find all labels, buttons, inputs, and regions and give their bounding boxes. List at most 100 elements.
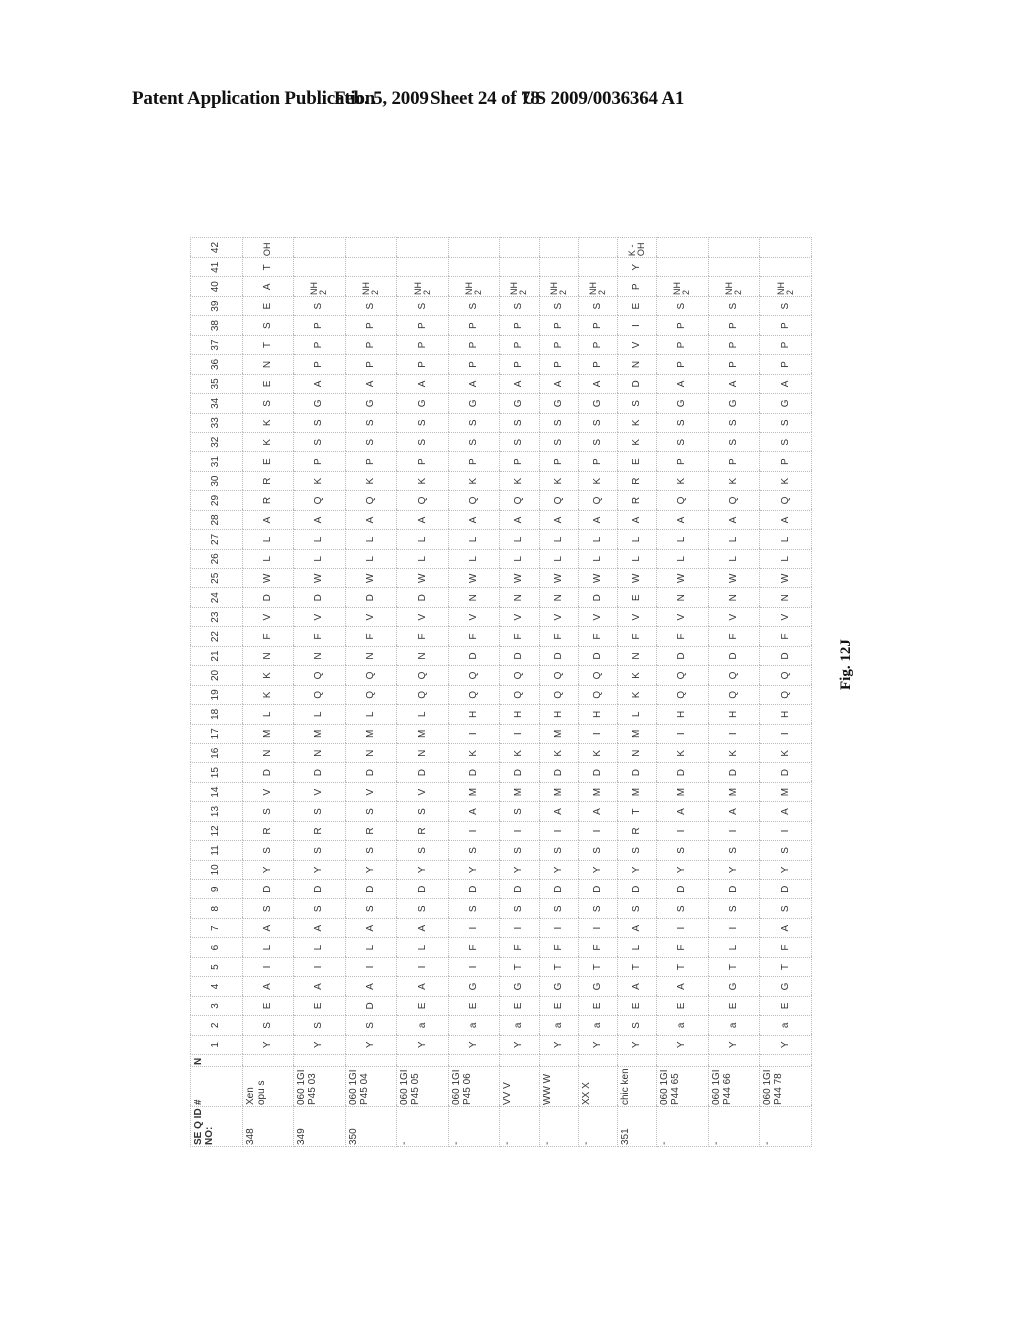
- residue-cell: D: [617, 374, 657, 394]
- sequence-row: - XX XYaEGTFISDYSIAMDKIHQQDFVDWLLAQKPSSGA…: [578, 237, 618, 1147]
- residue-cell: [708, 257, 760, 277]
- residue-cell: L: [396, 529, 449, 550]
- residue-cell: Q: [499, 665, 540, 686]
- residue-cell: D: [539, 879, 579, 899]
- residue-cell: P: [448, 315, 500, 336]
- residue-cell: P: [539, 335, 579, 355]
- residue-cell: S: [242, 393, 294, 414]
- residue-cell: T: [242, 257, 294, 277]
- residue-cell: D: [759, 879, 812, 899]
- residue-cell: [759, 237, 812, 258]
- residue-cell: Q: [293, 665, 346, 686]
- residue-cell: K: [293, 471, 346, 491]
- residue-cell: P: [708, 315, 760, 336]
- residue-cell: S: [617, 840, 657, 861]
- figure-label: Fig. 12J: [838, 639, 854, 690]
- residue-cell: N: [242, 743, 294, 763]
- sequence-row: - VV VYaEGTFISDYSISMDKIHQQDFVNWLLAQKPSSGA…: [499, 237, 540, 1147]
- sequence-row: -060 1GI P44 66 Ya E G T L I S D Y S I A M D K I H Q Q D F V N W…: [708, 237, 760, 1147]
- residue-cell: [345, 257, 397, 277]
- residue-cell: D: [656, 762, 709, 783]
- residue-cell: P: [708, 451, 760, 472]
- residue-cell: K: [708, 743, 760, 763]
- residue-cell: A: [448, 510, 500, 530]
- residue-cell: E: [242, 451, 294, 472]
- residue-cell: N: [499, 588, 540, 608]
- residue-cell: S: [293, 296, 346, 316]
- residue-cell: S: [656, 413, 709, 433]
- residue-cell: S: [293, 432, 346, 452]
- residue-cell: A: [345, 918, 397, 938]
- residue-cell: A: [293, 918, 346, 938]
- residue-cell: Q: [578, 490, 618, 511]
- residue-cell: V: [345, 782, 397, 802]
- residue-cell: V: [708, 607, 760, 627]
- position-label: 5: [190, 957, 243, 977]
- position-label: 36: [190, 354, 243, 375]
- residue-cell: A: [242, 918, 294, 938]
- residue-cell: L: [242, 549, 294, 569]
- residue-cell: V: [396, 607, 449, 627]
- residue-cell: N: [448, 588, 500, 608]
- residue-cell: S: [759, 296, 812, 316]
- residue-cell: N: [242, 354, 294, 375]
- residue-cell: a: [396, 1015, 449, 1036]
- position-label: 20: [190, 665, 243, 686]
- residue-cell: R: [293, 821, 346, 841]
- residue-cell: P: [656, 315, 709, 336]
- residue-cell: S: [448, 432, 500, 452]
- position-label: 32: [190, 432, 243, 452]
- residue-cell: N: [656, 588, 709, 608]
- residue-cell: Q: [499, 685, 540, 705]
- residue-cell: S: [759, 432, 812, 452]
- residue-cell: L: [708, 937, 760, 958]
- residue-cell: Y: [448, 1035, 500, 1055]
- residue-cell: G: [499, 393, 540, 414]
- residue-cell: S: [293, 801, 346, 822]
- header-seq-id: SE Q ID NO:: [190, 1106, 243, 1147]
- residue-cell: P: [656, 335, 709, 355]
- residue-cell: A: [293, 374, 346, 394]
- sequence-row: 348 Xen opu sYSEAILASDYSRSVDNMLKKNFVDWLLA…: [242, 237, 294, 1147]
- sequence-alignment-table: SE Q ID NO: # N 1 2 3 4 5 6 7 8 9 10 11 12 13 14 15 16 17 18…: [190, 237, 812, 1147]
- residue-cell: A: [293, 510, 346, 530]
- residue-cell: G: [396, 393, 449, 414]
- residue-cell: W: [396, 568, 449, 588]
- residue-cell: A: [759, 801, 812, 822]
- residue-cell: L: [345, 549, 397, 569]
- residue-cell: M: [708, 782, 760, 802]
- residue-cell: a: [708, 1015, 760, 1036]
- residue-cell: P: [759, 354, 812, 375]
- residue-cell: E: [617, 996, 657, 1016]
- position-label: 41: [190, 257, 243, 277]
- residue-cell: G: [499, 976, 540, 997]
- residue-cell: M: [656, 782, 709, 802]
- residue-cell: L: [242, 937, 294, 958]
- residue-cell: T: [708, 957, 760, 977]
- header-row: SE Q ID NO: # N 1 2 3 4 5 6 7 8 9 10 11 12 13 14 15 16 17 18…: [190, 237, 243, 1147]
- position-label: 37: [190, 335, 243, 355]
- residue-cell: A: [396, 510, 449, 530]
- residue-cell: A: [499, 374, 540, 394]
- residue-cell: [539, 257, 579, 277]
- residue-cell: M: [759, 782, 812, 802]
- residue-cell: A: [578, 510, 618, 530]
- residue-cell: A: [345, 374, 397, 394]
- residue-cell: N: [617, 354, 657, 375]
- residue-cell: a: [539, 1015, 579, 1036]
- residue-cell: L: [396, 937, 449, 958]
- residue-cell: I: [499, 821, 540, 841]
- residue-cell: A: [578, 374, 618, 394]
- residue-cell: D: [578, 762, 618, 783]
- residue-cell: P: [448, 354, 500, 375]
- position-label: 4: [190, 976, 243, 997]
- residue-cell: A: [578, 801, 618, 822]
- residue-cell: Q: [396, 665, 449, 686]
- residue-cell: D: [396, 588, 449, 608]
- residue-cell: W: [708, 568, 760, 588]
- residue-cell: Q: [708, 685, 760, 705]
- residue-cell: S: [345, 899, 397, 919]
- residue-cell: S: [539, 840, 579, 861]
- residue-cell: Q: [448, 665, 500, 686]
- residue-cell: W: [759, 568, 812, 588]
